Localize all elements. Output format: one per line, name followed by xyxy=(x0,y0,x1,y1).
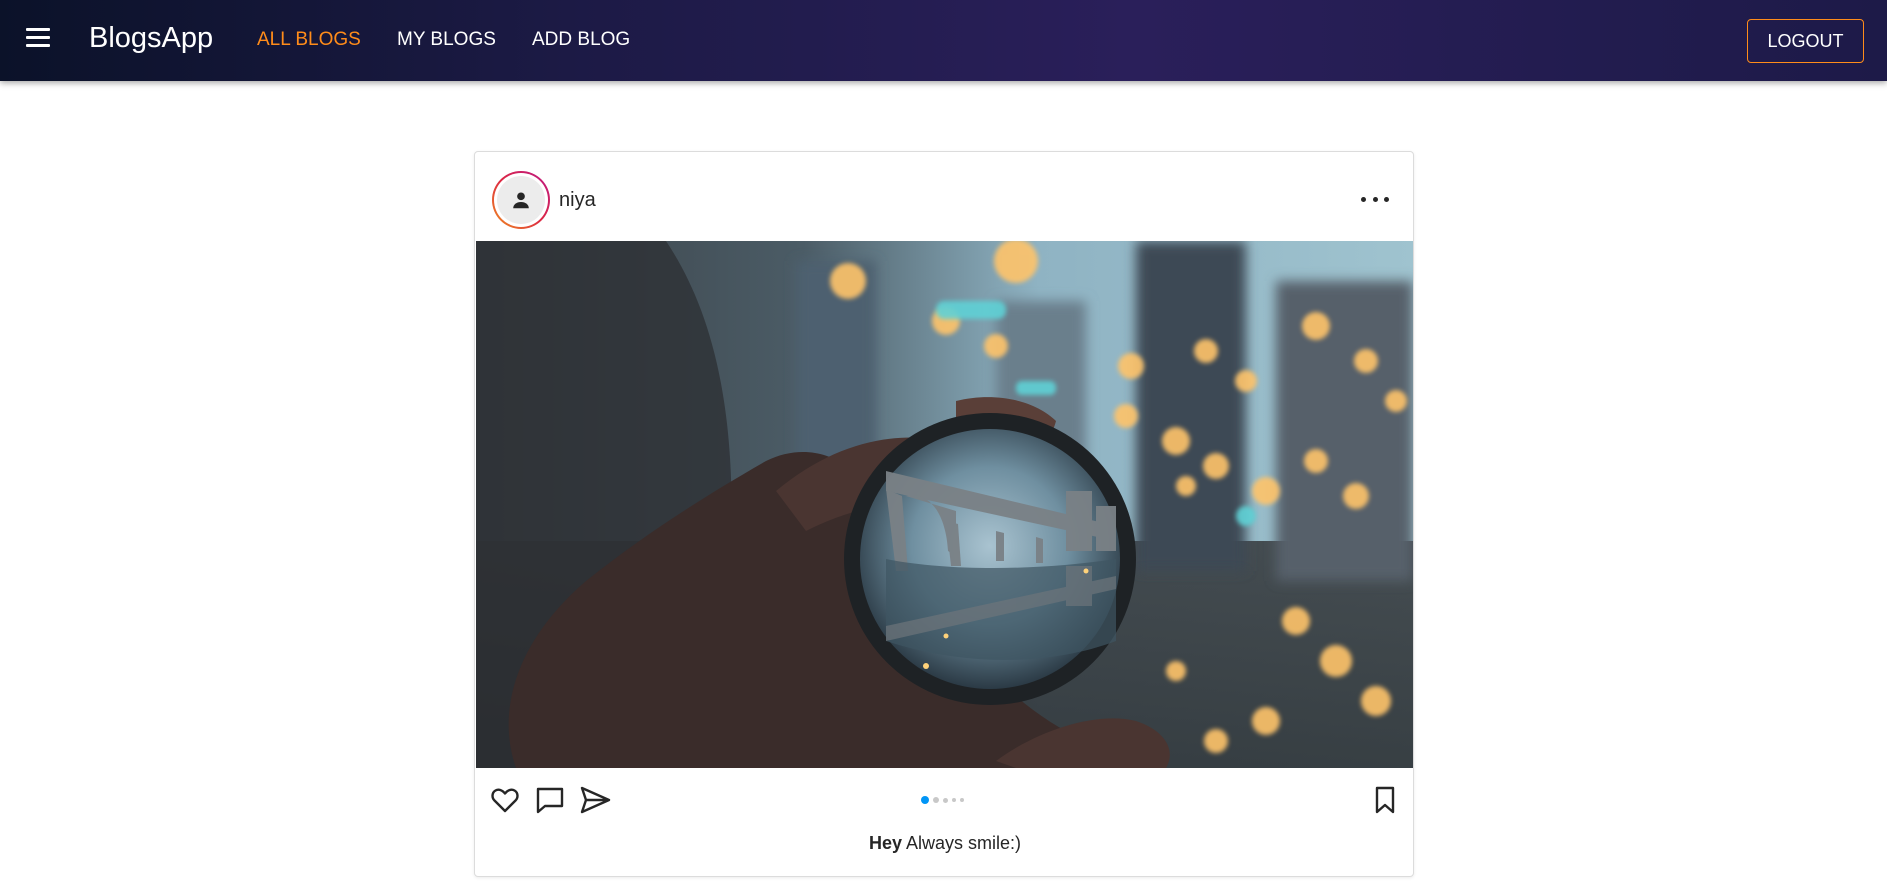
person-icon xyxy=(513,192,529,209)
nav-my-blogs[interactable]: MY BLOGS xyxy=(397,29,496,51)
post-image[interactable] xyxy=(476,241,1413,768)
carousel-dot-active[interactable] xyxy=(921,796,929,804)
hamburger-menu-icon[interactable] xyxy=(26,28,50,52)
carousel-dot[interactable] xyxy=(933,797,939,803)
heart-icon[interactable] xyxy=(489,784,521,816)
send-icon[interactable] xyxy=(579,784,611,816)
more-horizontal-icon[interactable] xyxy=(1361,187,1389,211)
caption-text: Always smile:) xyxy=(906,833,1022,853)
post-photo xyxy=(476,241,1413,768)
comment-icon[interactable] xyxy=(534,784,566,816)
nav-all-blogs[interactable]: ALL BLOGS xyxy=(257,29,361,51)
app-bar: BlogsApp ALL BLOGS MY BLOGS ADD BLOG LOG… xyxy=(0,0,1887,81)
carousel-dot[interactable] xyxy=(952,798,956,802)
caption-title: Hey xyxy=(868,833,902,853)
carousel-dot[interactable] xyxy=(943,797,948,803)
blog-post-card: niya Hey Always smile:) xyxy=(474,151,1414,877)
avatar[interactable] xyxy=(492,171,550,229)
app-brand[interactable]: BlogsApp xyxy=(89,22,213,55)
logout-button[interactable]: LOGOUT xyxy=(1747,19,1864,63)
post-username[interactable]: niya xyxy=(559,189,596,212)
bookmark-icon[interactable] xyxy=(1372,784,1398,816)
carousel-dot[interactable] xyxy=(960,798,964,802)
post-actions xyxy=(475,784,1413,820)
carousel-indicator xyxy=(921,796,964,804)
nav-add-blog[interactable]: ADD BLOG xyxy=(532,29,630,51)
post-caption: Hey Always smile:) xyxy=(475,833,1413,854)
